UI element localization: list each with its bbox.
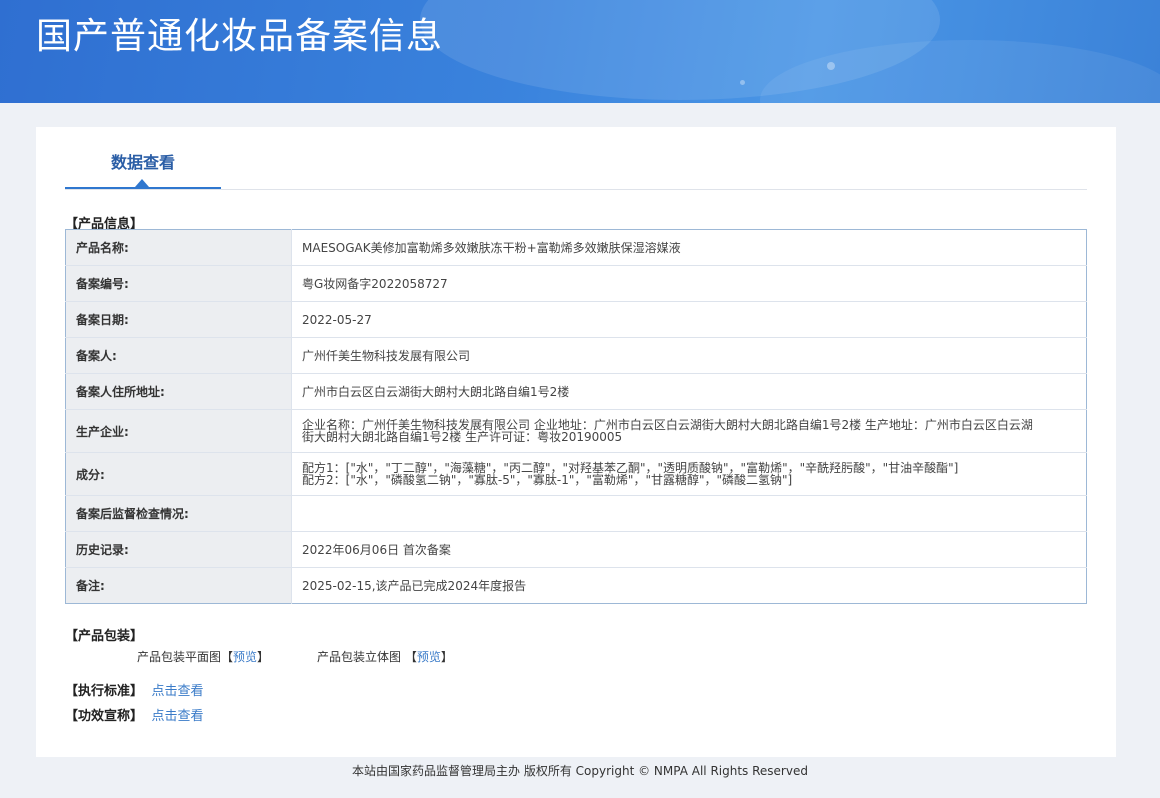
- packaging-flat-label: 产品包装平面图: [137, 650, 222, 664]
- field-value: [291, 495, 1087, 532]
- table-row: 成分: 配方1：["水"，"丁二醇"，"海藻糖"，"丙二醇"，"对羟基苯乙酮"，"…: [65, 452, 1087, 496]
- product-info-table: 产品名称: MAESOGAK美修加富勒烯多效嫩肤冻干粉+富勒烯多效嫩肤保湿溶媒液备…: [65, 229, 1087, 604]
- field-label: 备案人住所地址:: [65, 373, 292, 410]
- field-value-line: 配方2：["水"，"磷酸氢二钠"，"寡肽-5"，"寡肽-1"，"富勒烯"，"甘露…: [302, 473, 793, 487]
- bracket-close: 】: [257, 650, 270, 664]
- table-row: 备案编号: 粤G妆网备字2022058727: [65, 265, 1087, 302]
- content-card: 数据查看 【产品信息】 产品名称: MAESOGAK美修加富勒烯多效嫩肤冻干粉+富…: [36, 127, 1116, 757]
- field-value: 2022-05-27: [291, 301, 1087, 338]
- field-value: 2025-02-15,该产品已完成2024年度报告: [302, 578, 527, 593]
- field-label: 历史记录:: [65, 531, 292, 568]
- bracket-open: 【: [221, 650, 234, 664]
- field-label: 备注:: [65, 567, 292, 604]
- field-label: 备案编号:: [65, 265, 292, 302]
- table-row: 历史记录: 2022年06月06日 首次备案: [65, 531, 1087, 568]
- field-value: 2022年06月06日 首次备案: [291, 531, 1087, 568]
- packaging-solid-label: 产品包装立体图: [317, 650, 402, 664]
- field-label: 生产企业:: [65, 409, 292, 453]
- page-title: 国产普通化妆品备案信息: [36, 16, 444, 57]
- efficacy-label: 【功效宣称】: [65, 709, 144, 724]
- standard-label: 【执行标准】: [65, 684, 144, 699]
- packaging-solid: 产品包装立体图 【预览】: [317, 648, 453, 665]
- field-value: 配方1：["水"，"丁二醇"，"海藻糖"，"丙二醇"，"对羟基苯乙酮"，"透明质…: [291, 452, 1087, 496]
- bracket-close: 】: [440, 650, 453, 664]
- packaging-flat-preview-link[interactable]: 预览: [233, 650, 257, 664]
- field-label: 产品名称:: [65, 229, 292, 266]
- footer-copyright: 本站由国家药品监督管理局主办 版权所有 Copyright © NMPA All…: [352, 764, 808, 778]
- table-row: 备案日期: 2022-05-27: [65, 301, 1087, 338]
- banner-decoration: [740, 80, 745, 85]
- standard-section: 【执行标准】 点击查看: [65, 680, 204, 699]
- table-row: 备案后监督检查情况:: [65, 495, 1087, 532]
- table-row: 备案人住所地址: 广州市白云区白云湖街大朗村大朗北路自编1号2楼: [65, 373, 1087, 410]
- table-row: 生产企业: 企业名称：广州仟美生物科技发展有限公司 企业地址：广州市白云区白云湖街…: [65, 409, 1087, 453]
- field-value: 广州仟美生物科技发展有限公司: [291, 337, 1087, 374]
- packaging-section-label: 【产品包装】: [65, 629, 144, 644]
- tab-bar: 数据查看: [65, 127, 1087, 190]
- tab-active-indicator: [135, 179, 149, 187]
- field-label: 备案日期:: [65, 301, 292, 338]
- packaging-flat: 产品包装平面图【预览】: [137, 648, 269, 665]
- efficacy-section: 【功效宣称】 点击查看: [65, 705, 204, 724]
- field-label: 成分:: [65, 452, 292, 496]
- field-label: 备案后监督检查情况:: [65, 495, 292, 532]
- header-banner: 国产普通化妆品备案信息: [0, 0, 1160, 103]
- field-label: 备案人:: [65, 337, 292, 374]
- field-value: 广州市白云区白云湖街大朗村大朗北路自编1号2楼: [291, 373, 1087, 410]
- field-value: 企业名称：广州仟美生物科技发展有限公司 企业地址：广州市白云区白云湖街大朗村大朗…: [291, 409, 1087, 453]
- field-value: 粤G妆网备字2022058727: [291, 265, 1087, 302]
- efficacy-view-link[interactable]: 点击查看: [152, 709, 204, 724]
- table-row: 备注: 2025-02-15,该产品已完成2024年度报告: [65, 567, 1087, 604]
- field-value-line: 街大朗村大朗北路自编1号2楼 生产许可证：粤妆20190005: [302, 430, 623, 444]
- packaging-solid-preview-link[interactable]: 预览: [417, 650, 441, 664]
- standard-view-link[interactable]: 点击查看: [152, 684, 204, 699]
- table-row: 备案人: 广州仟美生物科技发展有限公司: [65, 337, 1087, 374]
- field-value: MAESOGAK美修加富勒烯多效嫩肤冻干粉+富勒烯多效嫩肤保湿溶媒液: [291, 229, 1087, 266]
- banner-decoration: [827, 62, 835, 70]
- table-row: 产品名称: MAESOGAK美修加富勒烯多效嫩肤冻干粉+富勒烯多效嫩肤保湿溶媒液: [65, 229, 1087, 266]
- bracket-open: 【: [404, 650, 417, 664]
